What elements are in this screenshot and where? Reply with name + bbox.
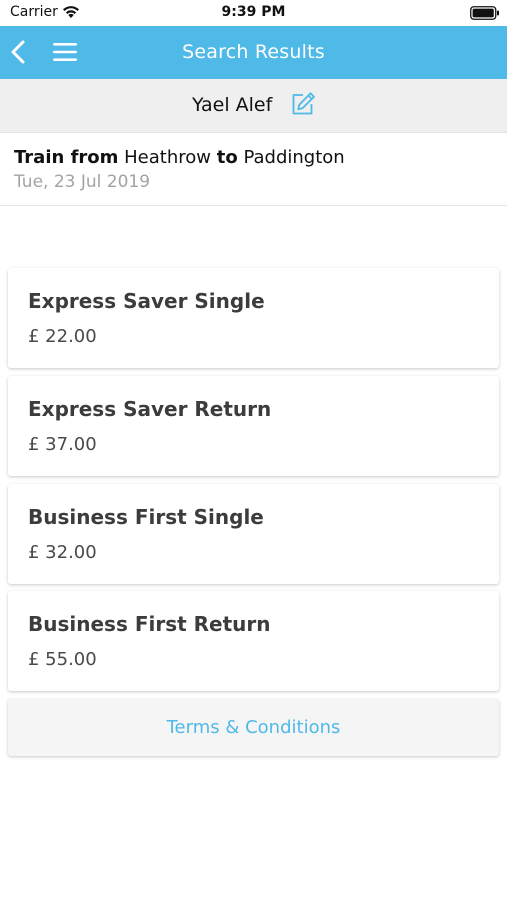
passenger-bar: Yael Alef — [0, 79, 507, 133]
journey-destination: Paddington — [243, 147, 345, 168]
fare-name: Business First Single — [28, 505, 264, 529]
fare-card-express-saver-return[interactable]: Express Saver Return £ 37.00 — [8, 376, 499, 476]
fare-name: Business First Return — [28, 612, 271, 636]
journey-prefix: Train from — [14, 147, 119, 168]
fare-price: £ 32.00 — [28, 542, 97, 563]
nav-bar: Search Results — [0, 26, 507, 79]
fare-card-business-first-single[interactable]: Business First Single £ 32.00 — [8, 484, 499, 584]
journey-summary: Train from Heathrow to Paddington Tue, 2… — [0, 133, 507, 206]
journey-route: Train from Heathrow to Paddington — [14, 147, 345, 168]
status-bar: Carrier 9:39 PM — [0, 0, 507, 26]
terms-conditions-button[interactable]: Terms & Conditions — [8, 699, 499, 756]
fare-card-business-first-return[interactable]: Business First Return £ 55.00 — [8, 591, 499, 691]
journey-date: Tue, 23 Jul 2019 — [14, 172, 151, 192]
page-title: Search Results — [182, 41, 325, 63]
status-time: 9:39 PM — [221, 4, 286, 20]
journey-origin: Heathrow — [124, 147, 211, 168]
fare-price: £ 22.00 — [28, 326, 97, 347]
fare-price: £ 55.00 — [28, 649, 97, 670]
battery-icon — [470, 6, 499, 20]
journey-connector: to — [216, 147, 238, 168]
fare-name: Express Saver Return — [28, 397, 272, 421]
edit-icon[interactable] — [290, 91, 316, 117]
fare-card-express-saver-single[interactable]: Express Saver Single £ 22.00 — [8, 268, 499, 368]
fare-price: £ 37.00 — [28, 434, 97, 455]
passenger-name: Yael Alef — [192, 94, 273, 116]
fare-name: Express Saver Single — [28, 289, 265, 313]
